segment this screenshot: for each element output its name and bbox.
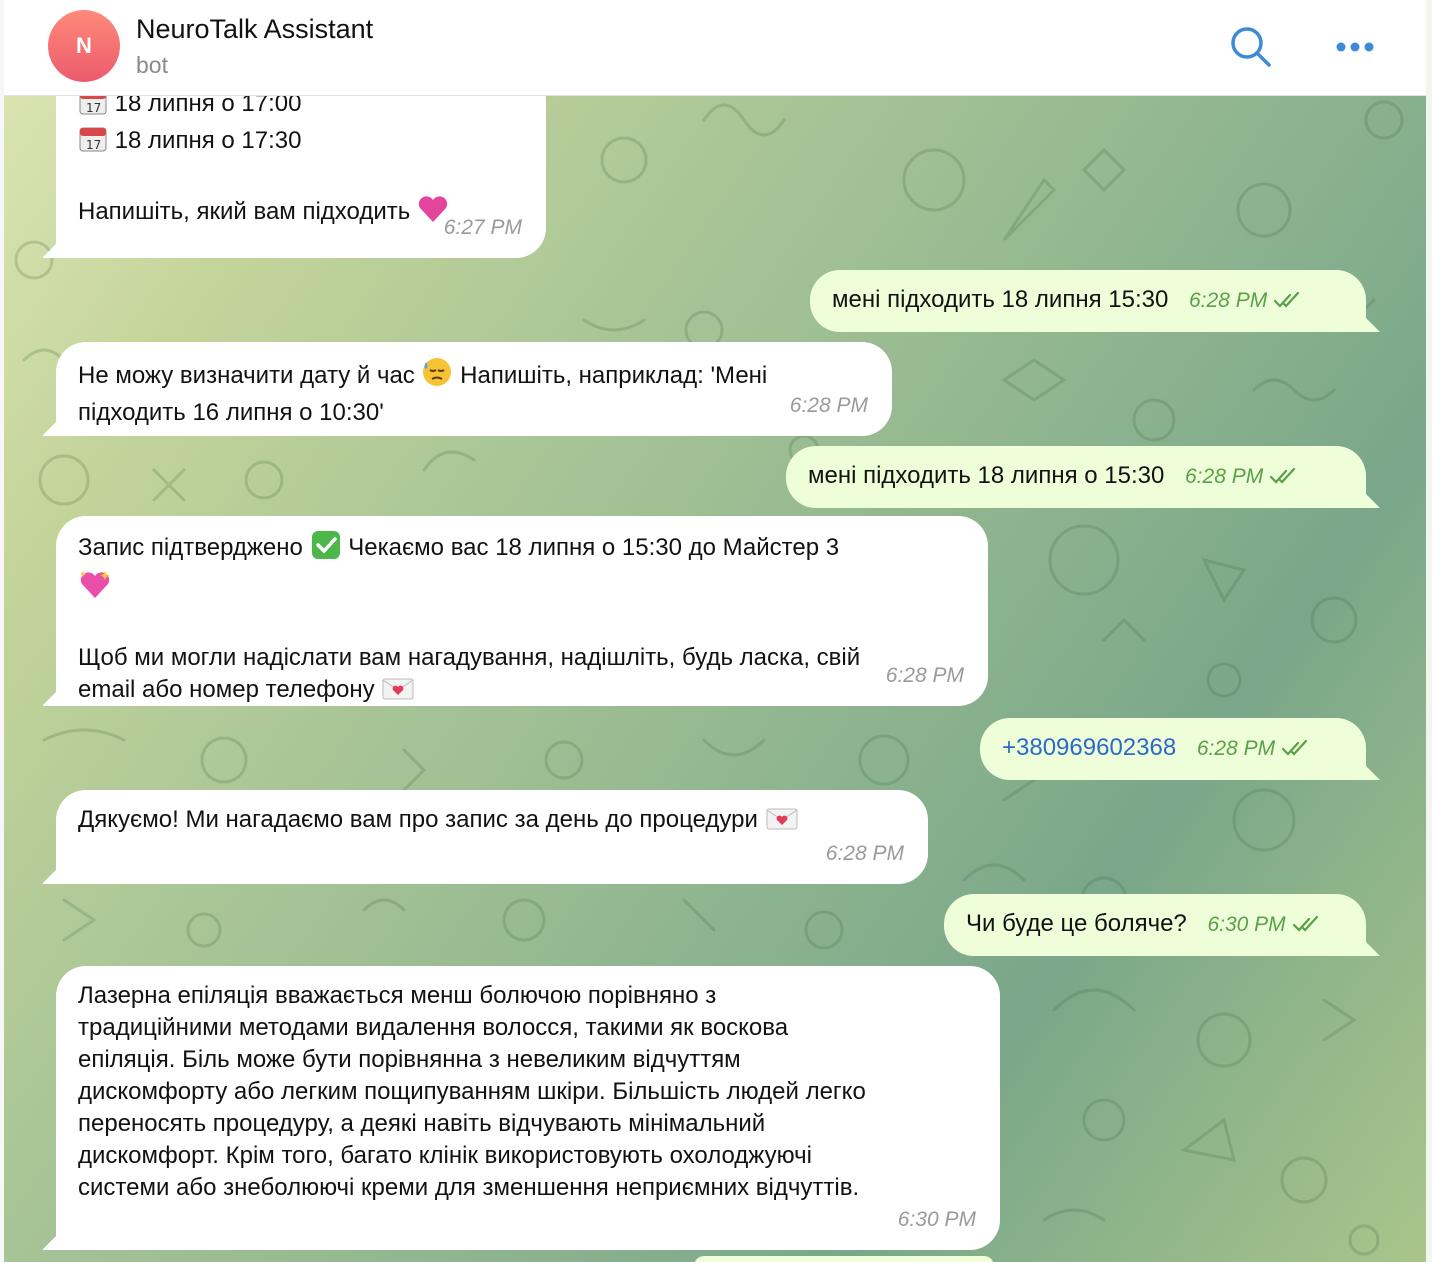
message-line (78, 569, 966, 610)
message-time: 6:30 PM (897, 1208, 976, 1231)
more-dots-icon (1336, 42, 1374, 52)
next-message-peek (694, 1256, 994, 1262)
message-text: мені підходить 18 липня о 15:30 (808, 462, 1165, 489)
message-meta: 6:30 PM (1207, 909, 1321, 941)
message-line: переносять процедуру, а деякі навіть від… (78, 1110, 766, 1137)
avatar[interactable]: N (48, 10, 120, 82)
message-incoming[interactable]: Запис підтверджено Чекаємо вас 18 липня … (56, 516, 988, 706)
chat-window: N NeuroTalk Assistant bot 17 18 липня о … (4, 0, 1426, 1262)
double-check-icon (1274, 292, 1300, 308)
message-time: 6:28 PM (885, 664, 964, 687)
search-icon (1231, 27, 1271, 67)
message-line: дискомфорт. Крім того, багато клінік вик… (78, 1142, 812, 1169)
message-incoming[interactable]: 17 18 липня о 17:00 17 18 липня о 17:30 … (56, 70, 546, 258)
svg-text:17: 17 (86, 138, 101, 152)
double-check-icon (1292, 916, 1318, 932)
message-outgoing[interactable]: мені підходить 18 липня 15:30 6:28 PM (810, 270, 1366, 332)
search-button[interactable] (1226, 22, 1276, 72)
chat-subtitle: bot (136, 52, 168, 78)
message-line: Дякуємо! Ми нагадаємо вам про запис за д… (78, 804, 906, 841)
message-meta: 6:28 PM (1185, 461, 1299, 493)
chat-title[interactable]: NeuroTalk Assistant (136, 14, 373, 45)
message-line: Лазерна епіляція вважається менш болючою… (78, 982, 717, 1009)
chat-header: N NeuroTalk Assistant bot (4, 0, 1426, 96)
message-time: 6:28 PM (825, 842, 904, 865)
message-line: Запис підтверджено Чекаємо вас 18 липня … (78, 530, 966, 569)
message-time: 6:28 PM (789, 394, 868, 417)
message-incoming[interactable]: Дякуємо! Ми нагадаємо вам про запис за д… (56, 790, 928, 884)
message-text: мені підходить 18 липня 15:30 (832, 286, 1169, 313)
more-options-button[interactable] (1330, 22, 1380, 72)
message-incoming[interactable]: Не можу визначити дату й час Напишіть, н… (56, 342, 892, 436)
downcast-sweat-face-icon (421, 356, 453, 397)
message-time: 6:30 PM (1207, 913, 1286, 936)
message-outgoing[interactable]: мені підходить 18 липня о 15:30 6:28 PM (786, 446, 1366, 508)
love-letter-icon (381, 676, 415, 711)
message-time: 6:28 PM (1185, 465, 1264, 488)
svg-text:17: 17 (86, 101, 101, 115)
message-time: 6:28 PM (1188, 289, 1268, 312)
message-line: епіляція. Біль може бути порівнянна з не… (78, 1046, 741, 1073)
sparkling-heart-icon (78, 569, 112, 610)
message-line: Щоб ми могли надіслати вам нагадування, … (78, 644, 861, 671)
message-line: системи або знеболюючі креми для зменшен… (78, 1174, 860, 1201)
message-text: Чи буде це боляче? (966, 910, 1187, 937)
message-time: 6:28 PM (1196, 737, 1276, 760)
love-letter-icon (765, 806, 799, 841)
message-line: підходить 16 липня о 10:30' (78, 399, 384, 426)
message-meta: 6:28 PM (1189, 285, 1303, 317)
message-line: Не можу визначити дату й час Напишіть, н… (78, 356, 870, 397)
message-line: дискомфорту або легким пощипуванням шкір… (78, 1078, 866, 1105)
message-line: email або номер телефону (78, 674, 966, 711)
message-outgoing[interactable]: Чи буде це боляче? 6:30 PM (944, 894, 1366, 956)
message-time: 6:27 PM (443, 216, 522, 239)
message-outgoing[interactable]: +380969602368 6:28 PM (980, 718, 1366, 780)
message-incoming[interactable]: Лазерна епіляція вважається менш болючою… (56, 966, 1000, 1250)
message-line: традиційними методами видалення волосся,… (78, 1014, 789, 1041)
calendar-icon: 17 (78, 125, 108, 162)
double-check-icon (1281, 740, 1308, 756)
phone-number-link[interactable]: +380969602368 (1002, 734, 1176, 761)
message-line: 17 18 липня о 17:30 (78, 125, 524, 162)
message-meta: 6:28 PM (1197, 733, 1311, 765)
check-mark-button-icon (310, 530, 342, 569)
double-check-icon (1270, 468, 1296, 484)
